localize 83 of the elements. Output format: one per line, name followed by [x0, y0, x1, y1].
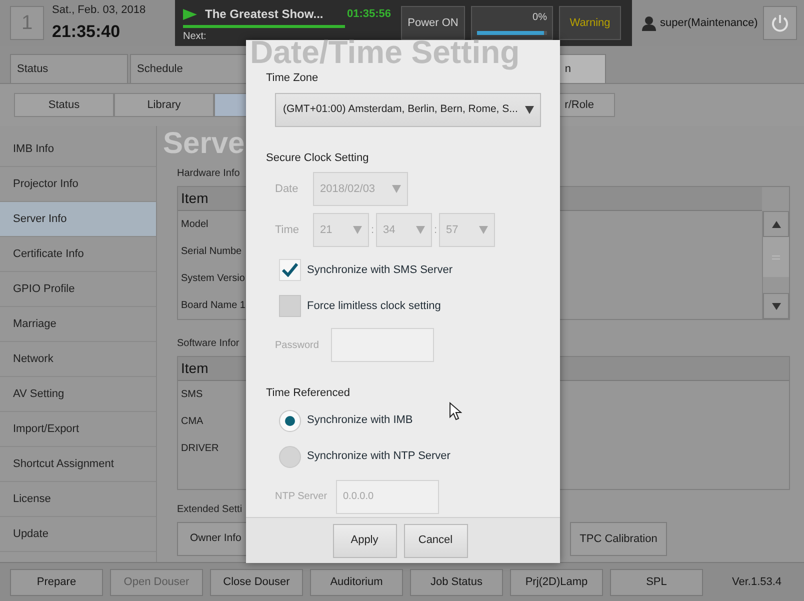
ntp-server-field: 0.0.0.0: [336, 480, 439, 514]
section-label: Extended Setti: [177, 503, 242, 517]
checkbox[interactable]: [279, 259, 301, 281]
sidebar-item[interactable]: Certificate Info: [0, 237, 156, 272]
caret-icon: [353, 226, 362, 234]
play-icon: [183, 8, 197, 20]
dialog-button[interactable]: Apply: [332, 524, 396, 558]
checkbox-option[interactable]: Force limitless clock setting: [279, 295, 560, 317]
warning-button[interactable]: Warning: [559, 6, 621, 40]
section-label: Time Referenced: [266, 386, 351, 401]
caret-icon: [479, 226, 488, 234]
field-label: Password: [275, 338, 320, 352]
bottom-bar-button[interactable]: Prepare: [10, 568, 103, 596]
column-header: Item: [181, 189, 208, 208]
show-title: The Greatest Show...: [205, 6, 324, 23]
check-icon: [282, 263, 298, 277]
version-label: Ver.1.53.4: [732, 574, 782, 590]
bottom-bar-button: Open Douser: [110, 568, 203, 596]
caret-icon: [392, 185, 401, 193]
caret-icon: [525, 106, 534, 114]
section-label: Secure Clock Setting: [266, 150, 370, 166]
column-header: Item: [181, 359, 208, 378]
field-label: Time Zone: [266, 71, 320, 86]
bottom-bar-button[interactable]: SPL: [610, 568, 703, 596]
bottom-bar-button[interactable]: Job Status: [410, 568, 503, 596]
date-text: Sat., Feb. 03, 2018: [52, 3, 146, 18]
cursor-icon: [449, 402, 462, 421]
sidebar-item[interactable]: Marriage: [0, 307, 156, 342]
sidebar-item[interactable]: AV Setting: [0, 377, 156, 412]
elapsed-time: 01:35:56: [346, 6, 391, 22]
power-icon: [771, 14, 789, 32]
radio-option[interactable]: Synchronize with NTP Server: [279, 446, 560, 468]
sidebar-item[interactable]: License: [0, 482, 156, 517]
date-dropdown: 2018/02/03: [313, 172, 408, 206]
lamp-status-box[interactable]: 0%: [471, 6, 553, 40]
sidebar-item[interactable]: IMB Info: [0, 132, 156, 167]
table-cell-text: Model: [181, 218, 208, 232]
sidebar-item[interactable]: Shortcut Assignment: [0, 447, 156, 482]
sidebar-item[interactable]: Import/Export: [0, 412, 156, 447]
table-cell-text: Serial Numbe: [181, 245, 242, 259]
field-label: Time: [275, 222, 300, 238]
table-cell-text: Board Name 1: [181, 299, 246, 313]
sidebar-item[interactable]: GPIO Profile: [0, 272, 156, 307]
radio-button[interactable]: [279, 410, 301, 432]
next-label: Next:: [183, 30, 208, 44]
user-name: super(Maintenance): [660, 16, 758, 31]
bottom-bar-button[interactable]: Auditorium: [310, 568, 403, 596]
main-tab[interactable]: Status: [10, 54, 128, 83]
bottom-bar-button[interactable]: Prj(2D)Lamp: [510, 568, 603, 596]
checkbox-option[interactable]: Synchronize with SMS Server: [279, 259, 560, 281]
caret-icon: [416, 226, 425, 234]
table-cell-text: DRIVER: [181, 442, 219, 456]
section-label: Software Infor: [177, 337, 240, 351]
time-separator: :: [432, 222, 438, 238]
table-cell-text: CMA: [181, 415, 204, 429]
scroll-down-icon: [772, 302, 780, 310]
sidebar-item[interactable]: Server Info: [0, 202, 156, 237]
main-tab[interactable]: Schedule: [130, 54, 248, 83]
power-on-button[interactable]: Power ON: [401, 6, 465, 40]
radio-option[interactable]: Synchronize with IMB: [279, 410, 560, 432]
power-button[interactable]: [763, 6, 797, 40]
radio-button[interactable]: [279, 446, 301, 468]
scrollbar[interactable]: [762, 211, 789, 319]
extended-setting-button[interactable]: TPC Calibration: [570, 522, 667, 556]
checkbox[interactable]: [279, 295, 301, 317]
bottom-bar-button[interactable]: Close Douser: [210, 568, 303, 596]
sub-tab[interactable]: Library: [114, 93, 214, 117]
scroll-thumb-grip-icon: [772, 254, 780, 260]
time-zone-dropdown[interactable]: (GMT+01:00) Amsterdam, Berlin, Bern, Rome, S...: [275, 92, 541, 126]
table-cell-text: SMS: [181, 388, 203, 402]
sidebar-item[interactable]: Network: [0, 342, 156, 377]
sub-tab[interactable]: Status: [14, 93, 114, 117]
scroll-up-icon: [772, 220, 780, 228]
clock-time: 21:35:40: [52, 20, 122, 42]
field-label: NTP Server: [275, 490, 328, 504]
section-label: Hardware Info: [177, 167, 240, 181]
dialog-button[interactable]: Cancel: [404, 524, 468, 558]
sidebar-item[interactable]: Update: [0, 517, 156, 552]
field-label: Date: [275, 182, 300, 197]
time-separator: :: [370, 222, 376, 238]
lamp-reading: 0%: [532, 11, 547, 25]
table-cell-text: System Versio: [181, 272, 245, 286]
user-icon: [642, 16, 656, 30]
